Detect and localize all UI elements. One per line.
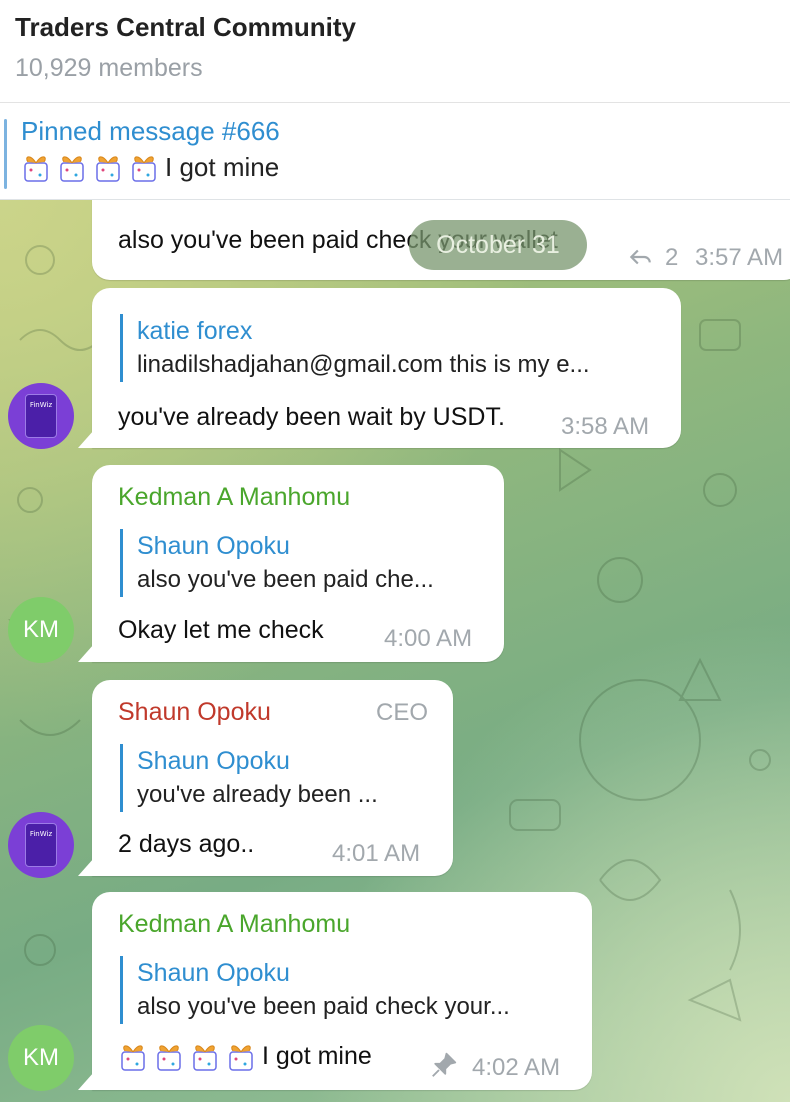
message-time: 4:01 AM <box>332 840 421 867</box>
avatar[interactable]: KM <box>8 597 74 663</box>
gift-emoji-icon <box>60 156 84 182</box>
message-time: 4:00 AM <box>384 625 473 652</box>
message-time: 3:57 AM <box>695 244 784 271</box>
sender-name[interactable]: Kedman A Manhomu <box>118 483 350 512</box>
message-time: 4:02 AM <box>472 1054 561 1081</box>
sender-name[interactable]: Shaun Opoku <box>118 698 271 727</box>
gift-emoji-icon <box>193 1045 217 1071</box>
message-text-content: I got mine <box>262 1041 372 1070</box>
reply-arrow-icon <box>629 249 651 265</box>
reply-sender-name: Shaun Opoku <box>137 959 290 987</box>
gift-emoji-icon <box>157 1045 181 1071</box>
pinned-indicator <box>4 119 7 189</box>
chat-title: Traders Central Community <box>15 12 356 42</box>
reply-quote[interactable]: Shaun Opoku also you've been paid che... <box>120 529 434 597</box>
finwiz-logo-icon: FinWiz <box>25 394 57 438</box>
reply-sender-name: Shaun Opoku <box>137 747 290 775</box>
message-bubble[interactable]: Kedman A Manhomu Shaun Opoku also you've… <box>92 892 592 1090</box>
date-chip: October 31 <box>409 220 587 270</box>
reply-quote[interactable]: Shaun Opoku also you've been paid check … <box>120 956 510 1024</box>
chat-area[interactable]: also you've been paid check your wallet … <box>0 200 790 1102</box>
reply-preview-text: you've already been ... <box>137 781 378 808</box>
gift-emoji-icon <box>121 1045 145 1071</box>
reply-preview-text: linadilshadjahan@gmail.com this is my e.… <box>137 351 590 378</box>
pinned-text: I got mine <box>165 151 280 182</box>
message-bubble[interactable]: Shaun Opoku CEO Shaun Opoku you've alrea… <box>92 680 453 876</box>
reply-quote[interactable]: katie forex linadilshadjahan@gmail.com t… <box>120 314 590 382</box>
avatar-initials: KM <box>23 1044 59 1071</box>
reply-quote[interactable]: Shaun Opoku you've already been ... <box>120 744 378 812</box>
pinned-message-bar[interactable]: Pinned message #666 I got mine <box>0 103 790 200</box>
avatar-initials: KM <box>23 616 59 643</box>
avatar[interactable]: KM <box>8 1025 74 1091</box>
message-time: 3:58 AM <box>561 413 650 440</box>
pinned-title: Pinned message #666 <box>21 116 280 146</box>
admin-badge: CEO <box>376 699 429 726</box>
avatar[interactable]: FinWiz <box>8 812 74 878</box>
avatar[interactable]: FinWiz <box>8 383 74 449</box>
pin-icon <box>432 1052 457 1077</box>
message-bubble[interactable]: katie forex linadilshadjahan@gmail.com t… <box>92 288 681 448</box>
message-text: 2 days ago.. <box>118 830 255 858</box>
member-count: 10,929 members <box>15 54 203 82</box>
reply-count[interactable]: 2 <box>665 244 678 272</box>
gift-emoji-icon <box>24 156 48 182</box>
reply-preview-text: also you've been paid check your... <box>137 993 510 1020</box>
message-text: you've already been wait by USDT. <box>118 403 505 431</box>
gift-emoji-icon <box>229 1045 253 1071</box>
message-text: I got mine <box>118 1040 372 1072</box>
sender-name[interactable]: Kedman A Manhomu <box>118 910 350 939</box>
reply-sender-name: katie forex <box>137 317 253 345</box>
reply-sender-name: Shaun Opoku <box>137 532 290 560</box>
pinned-preview: I got mine <box>21 151 279 183</box>
finwiz-logo-icon: FinWiz <box>25 823 57 867</box>
message-text: Okay let me check <box>118 616 324 644</box>
reply-preview-text: also you've been paid che... <box>137 566 434 593</box>
chat-header[interactable]: Traders Central Community 10,929 members <box>0 0 790 103</box>
message-bubble[interactable]: Kedman A Manhomu Shaun Opoku also you've… <box>92 465 504 662</box>
gift-emoji-icon <box>132 156 156 182</box>
gift-emoji-icon <box>96 156 120 182</box>
